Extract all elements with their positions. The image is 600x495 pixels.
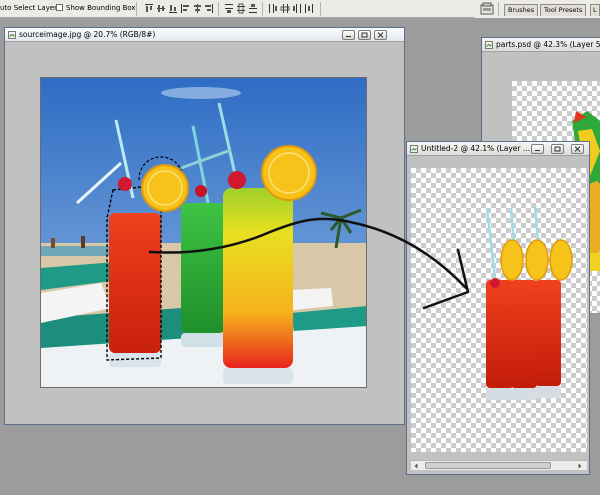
drag-arrow-annotation — [148, 217, 470, 310]
